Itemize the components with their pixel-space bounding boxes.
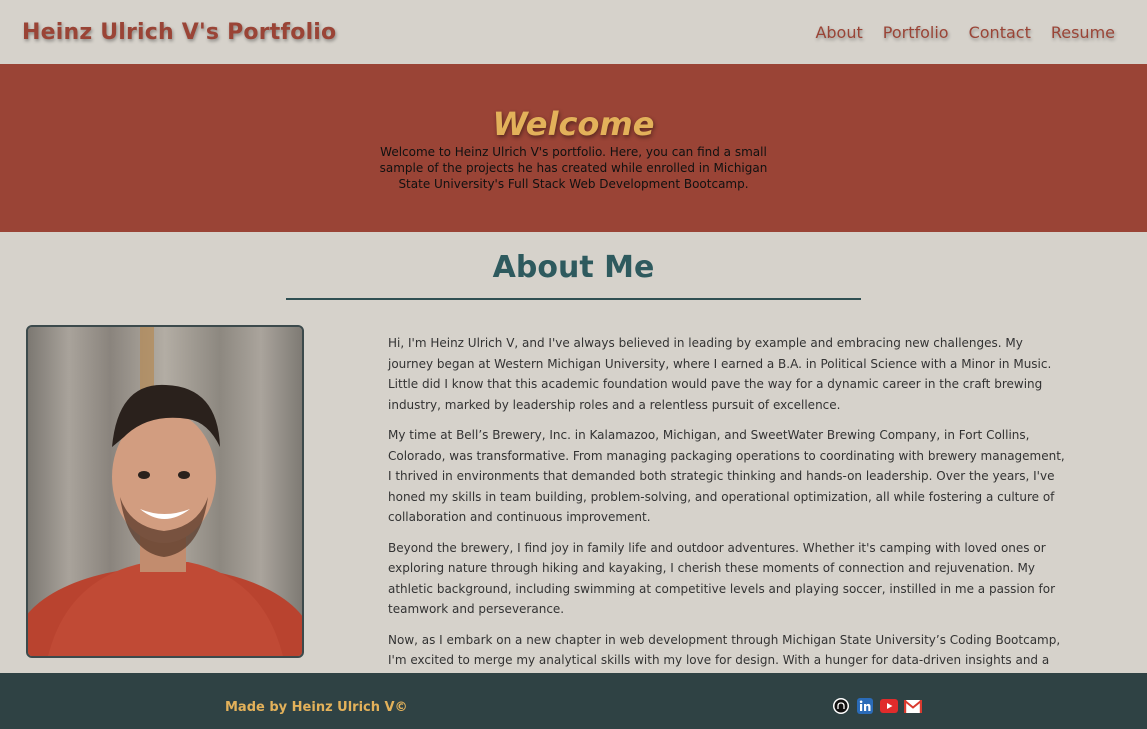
about-section: About Me Hi, I'm Heinz Ulrich V, and I'v… xyxy=(0,232,1147,708)
nav-link-resume[interactable]: Resume xyxy=(1051,23,1115,42)
heading-divider xyxy=(286,298,861,300)
hero-title: Welcome xyxy=(492,105,655,143)
main-nav: About Portfolio Contact Resume xyxy=(815,23,1125,42)
linkedin-icon[interactable] xyxy=(856,698,874,714)
about-heading: About Me xyxy=(492,250,655,285)
site-header: Heinz Ulrich V's Portfolio About Portfol… xyxy=(0,0,1147,64)
nav-link-contact[interactable]: Contact xyxy=(969,23,1031,42)
nav-link-about[interactable]: About xyxy=(815,23,862,42)
nav-link-portfolio[interactable]: Portfolio xyxy=(883,23,949,42)
welcome-hero: Welcome Welcome to Heinz Ulrich V's port… xyxy=(0,64,1147,232)
github-icon[interactable] xyxy=(832,698,850,714)
hero-text: Welcome to Heinz Ulrich V's portfolio. H… xyxy=(379,145,768,191)
site-footer: Made by Heinz Ulrich V© xyxy=(0,673,1147,729)
footer-credit: Made by Heinz Ulrich V© xyxy=(225,700,408,715)
profile-photo xyxy=(26,325,304,658)
bio-paragraph: Hi, I'm Heinz Ulrich V, and I've always … xyxy=(388,336,1052,412)
bio-text: Hi, I'm Heinz Ulrich V, and I've always … xyxy=(388,333,1068,722)
site-title: Heinz Ulrich V's Portfolio xyxy=(22,19,337,45)
bio-paragraph: Beyond the brewery, I find joy in family… xyxy=(388,540,1056,617)
social-links xyxy=(832,698,922,714)
youtube-icon[interactable] xyxy=(880,698,898,714)
gmail-icon[interactable] xyxy=(904,698,922,714)
bio-paragraph: My time at Bell’s Brewery, Inc. in Kalam… xyxy=(388,428,1065,524)
